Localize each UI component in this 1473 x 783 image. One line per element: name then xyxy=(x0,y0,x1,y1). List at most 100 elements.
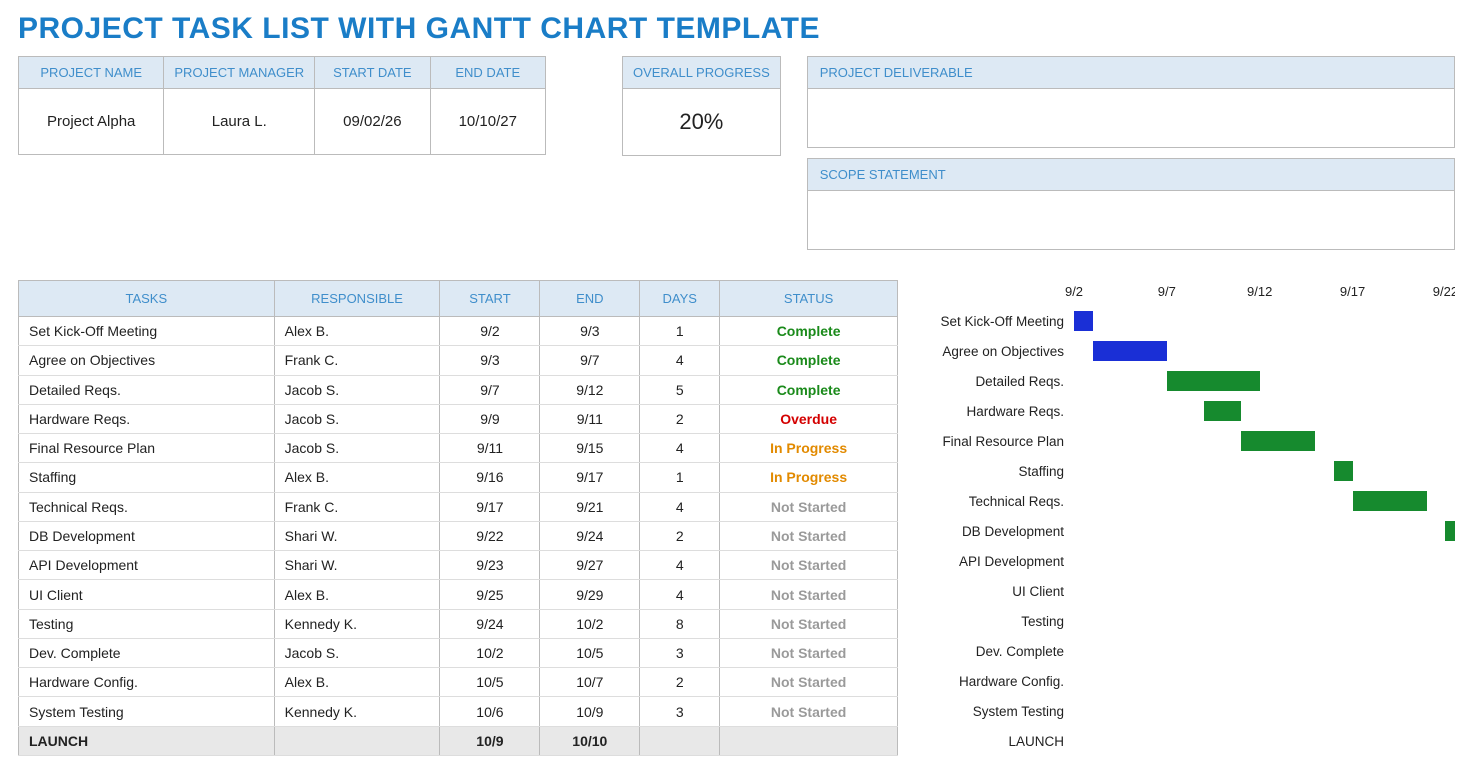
task-responsible[interactable]: Shari W. xyxy=(274,521,440,550)
task-task[interactable]: Dev. Complete xyxy=(19,638,275,667)
task-responsible[interactable]: Jacob S. xyxy=(274,375,440,404)
task-task[interactable]: API Development xyxy=(19,551,275,580)
task-days[interactable]: 1 xyxy=(640,317,720,346)
task-start[interactable]: 9/23 xyxy=(440,551,540,580)
task-status[interactable]: Complete xyxy=(720,317,898,346)
task-task[interactable]: Technical Reqs. xyxy=(19,492,275,521)
task-status[interactable]: Not Started xyxy=(720,492,898,521)
task-status[interactable]: In Progress xyxy=(720,463,898,492)
task-end[interactable]: 9/11 xyxy=(540,404,640,433)
task-days[interactable]: 2 xyxy=(640,404,720,433)
info-value[interactable]: Project Alpha xyxy=(19,89,164,155)
task-responsible[interactable]: Shari W. xyxy=(274,551,440,580)
info-value[interactable]: 09/02/26 xyxy=(315,89,430,155)
task-responsible[interactable]: Alex B. xyxy=(274,463,440,492)
task-days[interactable]: 1 xyxy=(640,463,720,492)
task-task[interactable]: Final Resource Plan xyxy=(19,434,275,463)
task-start[interactable]: 9/17 xyxy=(440,492,540,521)
task-task[interactable]: Hardware Reqs. xyxy=(19,404,275,433)
task-end[interactable]: 9/7 xyxy=(540,346,640,375)
task-status[interactable]: In Progress xyxy=(720,434,898,463)
task-status[interactable]: Not Started xyxy=(720,638,898,667)
task-start[interactable]: 10/6 xyxy=(440,697,540,726)
task-responsible[interactable]: Alex B. xyxy=(274,317,440,346)
task-status[interactable]: Not Started xyxy=(720,668,898,697)
task-status[interactable]: Not Started xyxy=(720,609,898,638)
task-days[interactable]: 4 xyxy=(640,346,720,375)
task-task[interactable]: Set Kick-Off Meeting xyxy=(19,317,275,346)
task-start[interactable]: 9/3 xyxy=(440,346,540,375)
task-start[interactable]: 9/24 xyxy=(440,609,540,638)
task-responsible[interactable] xyxy=(274,726,440,755)
task-responsible[interactable]: Kennedy K. xyxy=(274,609,440,638)
task-responsible[interactable]: Jacob S. xyxy=(274,638,440,667)
task-start[interactable]: 10/2 xyxy=(440,638,540,667)
task-task[interactable]: Testing xyxy=(19,609,275,638)
task-days[interactable]: 8 xyxy=(640,609,720,638)
task-task[interactable]: DB Development xyxy=(19,521,275,550)
task-task[interactable]: System Testing xyxy=(19,697,275,726)
task-status[interactable]: Overdue xyxy=(720,404,898,433)
task-end[interactable]: 9/24 xyxy=(540,521,640,550)
task-start[interactable]: 9/11 xyxy=(440,434,540,463)
task-days[interactable]: 3 xyxy=(640,697,720,726)
task-responsible[interactable]: Alex B. xyxy=(274,580,440,609)
task-end[interactable]: 10/5 xyxy=(540,638,640,667)
task-days[interactable]: 5 xyxy=(640,375,720,404)
task-days[interactable]: 4 xyxy=(640,551,720,580)
task-responsible[interactable]: Frank C. xyxy=(274,492,440,521)
task-responsible[interactable]: Kennedy K. xyxy=(274,697,440,726)
task-responsible[interactable]: Frank C. xyxy=(274,346,440,375)
task-status[interactable]: Not Started xyxy=(720,551,898,580)
task-task[interactable]: Detailed Reqs. xyxy=(19,375,275,404)
info-header: START DATE xyxy=(315,57,430,89)
task-days[interactable]: 2 xyxy=(640,668,720,697)
task-responsible[interactable]: Jacob S. xyxy=(274,404,440,433)
task-responsible[interactable]: Alex B. xyxy=(274,668,440,697)
scope-statement-value[interactable] xyxy=(808,191,1454,249)
task-task[interactable]: Hardware Config. xyxy=(19,668,275,697)
task-start[interactable]: 10/9 xyxy=(440,726,540,755)
task-status[interactable] xyxy=(720,726,898,755)
task-start[interactable]: 9/2 xyxy=(440,317,540,346)
task-days[interactable] xyxy=(640,726,720,755)
task-end[interactable]: 9/27 xyxy=(540,551,640,580)
gantt-row: Hardware Reqs. xyxy=(914,396,1455,426)
task-end[interactable]: 9/21 xyxy=(540,492,640,521)
task-task[interactable]: Staffing xyxy=(19,463,275,492)
task-status[interactable]: Not Started xyxy=(720,697,898,726)
task-end[interactable]: 9/3 xyxy=(540,317,640,346)
task-task[interactable]: Agree on Objectives xyxy=(19,346,275,375)
task-status[interactable]: Not Started xyxy=(720,521,898,550)
task-days[interactable]: 3 xyxy=(640,638,720,667)
info-value[interactable]: Laura L. xyxy=(164,89,315,155)
task-end[interactable]: 10/7 xyxy=(540,668,640,697)
project-deliverable-value[interactable] xyxy=(808,89,1454,147)
task-end[interactable]: 9/17 xyxy=(540,463,640,492)
gantt-tick: 9/22 xyxy=(1433,284,1455,299)
task-days[interactable]: 4 xyxy=(640,580,720,609)
task-end[interactable]: 9/12 xyxy=(540,375,640,404)
task-start[interactable]: 9/25 xyxy=(440,580,540,609)
task-start[interactable]: 9/22 xyxy=(440,521,540,550)
task-end[interactable]: 10/9 xyxy=(540,697,640,726)
task-start[interactable]: 10/5 xyxy=(440,668,540,697)
task-days[interactable]: 4 xyxy=(640,434,720,463)
task-status[interactable]: Complete xyxy=(720,346,898,375)
task-task[interactable]: LAUNCH xyxy=(19,726,275,755)
task-status[interactable]: Not Started xyxy=(720,580,898,609)
task-days[interactable]: 4 xyxy=(640,492,720,521)
info-value[interactable]: 10/10/27 xyxy=(430,89,545,155)
task-status[interactable]: Complete xyxy=(720,375,898,404)
task-end[interactable]: 10/10 xyxy=(540,726,640,755)
task-end[interactable]: 9/15 xyxy=(540,434,640,463)
table-row: Technical Reqs.Frank C.9/179/214Not Star… xyxy=(19,492,898,521)
task-start[interactable]: 9/9 xyxy=(440,404,540,433)
task-responsible[interactable]: Jacob S. xyxy=(274,434,440,463)
task-start[interactable]: 9/7 xyxy=(440,375,540,404)
task-start[interactable]: 9/16 xyxy=(440,463,540,492)
task-task[interactable]: UI Client xyxy=(19,580,275,609)
task-end[interactable]: 9/29 xyxy=(540,580,640,609)
task-end[interactable]: 10/2 xyxy=(540,609,640,638)
task-days[interactable]: 2 xyxy=(640,521,720,550)
